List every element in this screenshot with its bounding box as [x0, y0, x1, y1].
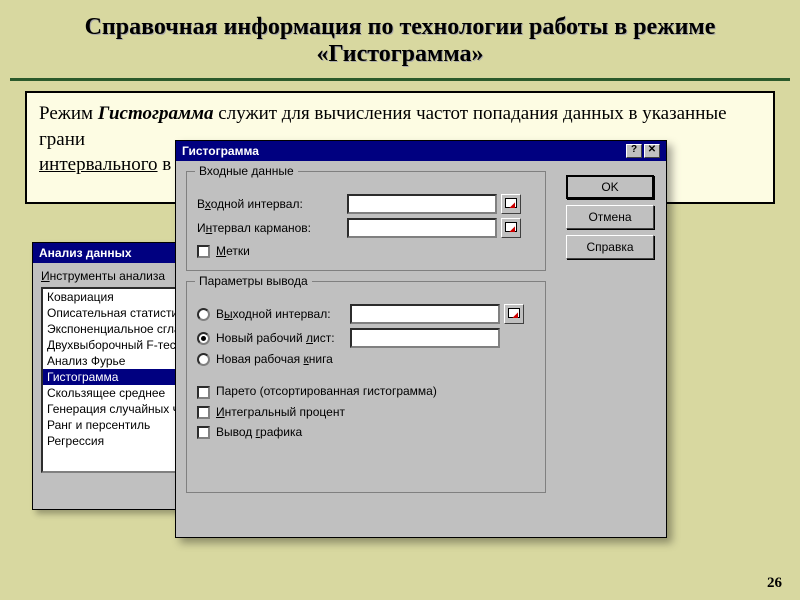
radio-icon[interactable] — [197, 308, 210, 321]
range-selector-icon[interactable] — [501, 194, 521, 214]
cumulative-checkbox-row[interactable]: Интегральный процент — [197, 405, 535, 419]
input-range-label: Входной интервал: — [197, 197, 347, 211]
checkbox-icon[interactable] — [197, 426, 210, 439]
help-icon[interactable]: ? — [626, 144, 642, 158]
ok-button[interactable]: OK — [566, 175, 654, 199]
input-group-legend: Входные данные — [195, 164, 298, 178]
help-button[interactable]: Справка — [566, 235, 654, 259]
checkbox-icon[interactable] — [197, 245, 210, 258]
chart-output-checkbox-row[interactable]: Вывод графика — [197, 425, 535, 439]
desc-em: Гистограмма — [98, 103, 214, 124]
output-groupbox: Параметры вывода Выходной интервал: Новы… — [186, 281, 546, 493]
histogram-title: Гистограмма — [182, 144, 259, 158]
input-range-field[interactable] — [347, 194, 497, 214]
output-range-radio-row[interactable]: Выходной интервал: — [197, 304, 535, 324]
range-selector-icon[interactable] — [501, 218, 521, 238]
page-number: 26 — [767, 575, 782, 592]
close-icon[interactable]: ✕ — [644, 144, 660, 158]
histogram-dialog: Гистограмма ? ✕ Входные данные Входной и… — [175, 140, 667, 538]
analysis-title: Анализ данных — [39, 246, 132, 260]
histogram-titlebar[interactable]: Гистограмма ? ✕ — [176, 141, 666, 161]
desc-underlined: интервального — [39, 154, 158, 175]
labels-checkbox-row[interactable]: Метки — [197, 244, 535, 258]
desc-text3: в — [158, 154, 172, 175]
bin-range-field[interactable] — [347, 218, 497, 238]
desc-text: Режим — [39, 103, 98, 124]
output-range-label: Выходной интервал: — [216, 307, 350, 321]
checkbox-icon[interactable] — [197, 386, 210, 399]
slide-title: Справочная информация по технологии рабо… — [0, 0, 800, 76]
input-groupbox: Входные данные Входной интервал: Интерва… — [186, 171, 546, 271]
cancel-button[interactable]: Отмена — [566, 205, 654, 229]
output-range-field[interactable] — [350, 304, 500, 324]
range-selector-icon[interactable] — [504, 304, 524, 324]
title-underline — [10, 78, 790, 81]
checkbox-icon[interactable] — [197, 406, 210, 419]
output-group-legend: Параметры вывода — [195, 274, 312, 288]
new-worksheet-field[interactable] — [350, 328, 500, 348]
radio-icon[interactable] — [197, 353, 210, 366]
radio-icon[interactable] — [197, 332, 210, 345]
new-workbook-label: Новая рабочая книга — [216, 352, 366, 366]
new-worksheet-label: Новый рабочий лист: — [216, 331, 350, 345]
pareto-checkbox-row[interactable]: Парето (отсортированная гистограмма) — [197, 384, 535, 398]
new-workbook-radio-row[interactable]: Новая рабочая книга — [197, 352, 535, 366]
new-worksheet-radio-row[interactable]: Новый рабочий лист: — [197, 328, 535, 348]
bin-range-label: Интервал карманов: — [197, 221, 347, 235]
